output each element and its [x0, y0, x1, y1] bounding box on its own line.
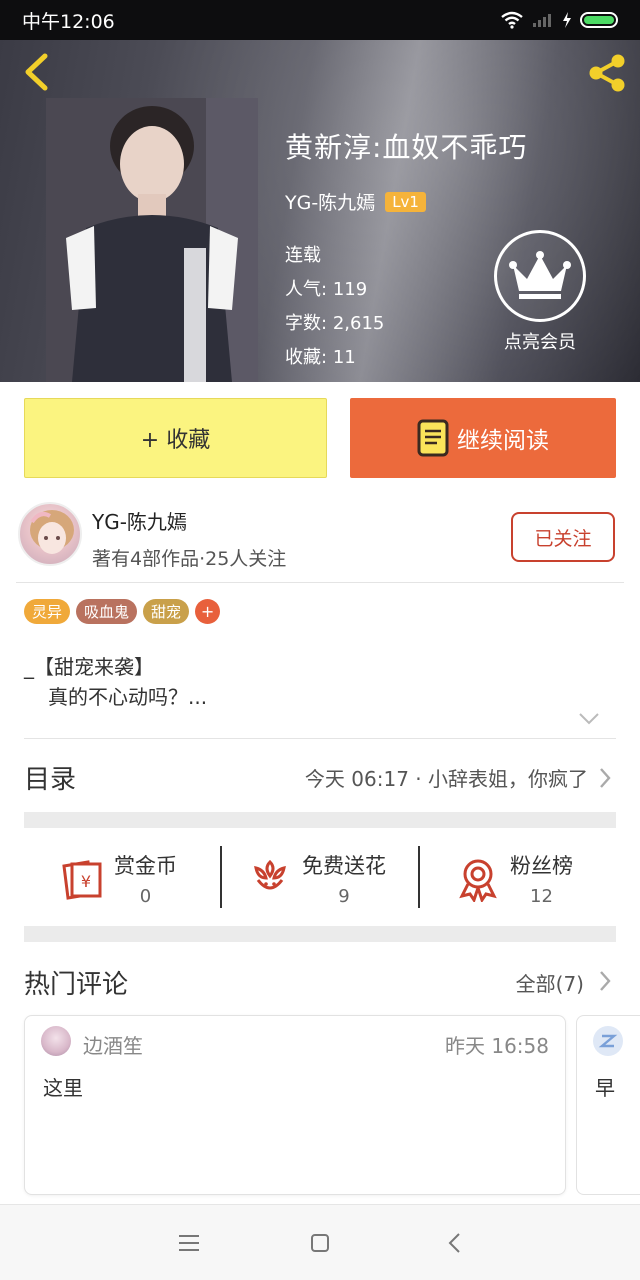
divider: [16, 582, 624, 583]
tag-lingyi[interactable]: 灵异: [24, 599, 71, 624]
wifi-icon: [501, 11, 523, 29]
collect-button[interactable]: + 收藏: [24, 398, 327, 478]
book-popularity: 人气: 119: [285, 279, 368, 300]
book-cover-image: [46, 98, 258, 382]
book-author-name[interactable]: YG-陈九嫣: [285, 188, 375, 215]
book-favorites: 收藏: 11: [285, 347, 356, 368]
vip-button[interactable]: 点亮会员: [494, 230, 586, 354]
fans-value: 12: [530, 885, 553, 907]
synopsis-line-1: _【甜宠来袭】: [24, 655, 154, 679]
charging-icon: [563, 12, 571, 28]
book-word-count: 字数: 2,615: [285, 313, 385, 334]
vip-label: 点亮会员: [504, 332, 576, 353]
toc-label: 目录: [24, 765, 77, 795]
chevron-right-icon: [600, 768, 611, 788]
fans-label: 粉丝榜: [510, 853, 573, 878]
status-bar: 中午12:06: [0, 0, 640, 40]
system-navigation-bar: [0, 1204, 640, 1280]
signal-icon: [533, 14, 551, 27]
commenter-avatar[interactable]: [41, 1026, 71, 1056]
continue-reading-label: 继续阅读: [457, 428, 549, 454]
home-icon[interactable]: [306, 1229, 334, 1257]
flower-icon: [254, 859, 286, 890]
tag-list: 灵异 吸血鬼 甜宠 +: [24, 599, 221, 624]
book-author-row: YG-陈九嫣 Lv1: [285, 188, 527, 215]
commenter-name[interactable]: 边酒笙: [83, 1030, 143, 1059]
comment-text: 早: [595, 1076, 615, 1100]
flowers-value: 9: [338, 885, 350, 907]
share-button[interactable]: [584, 50, 630, 96]
status-time: 中午12:06: [22, 10, 115, 33]
fan-ranking[interactable]: 粉丝榜 12: [454, 830, 573, 926]
menu-icon[interactable]: [175, 1229, 203, 1257]
share-icon: [589, 54, 625, 92]
stats-row: ¥ 赏金币 0 免费送花 9 粉丝榜 12: [24, 830, 616, 926]
table-of-contents-row[interactable]: 目录 今天 06:17 · 小辞表姐，你疯了: [24, 738, 616, 814]
author-card[interactable]: YG-陈九嫣 著有4部作品·25人关注 已关注: [0, 496, 640, 582]
section-divider: [24, 812, 616, 828]
svg-text:¥: ¥: [81, 872, 91, 891]
follow-button[interactable]: 已关注: [511, 512, 615, 562]
status-icons: [500, 11, 618, 29]
tag-vampire[interactable]: 吸血鬼: [76, 599, 138, 624]
all-comments-link[interactable]: 全部(7): [516, 968, 584, 997]
chevron-right-icon[interactable]: [598, 970, 612, 992]
book-status: 连载: [285, 245, 321, 266]
synopsis-line-2: 真的不心动吗？...: [48, 685, 208, 709]
chevron-down-icon[interactable]: [578, 712, 600, 726]
comment-text: 这里: [43, 1076, 83, 1100]
reward-value: 0: [139, 885, 152, 907]
red-envelope-icon: ¥: [62, 860, 102, 900]
comment-card[interactable]: 早: [576, 1015, 640, 1195]
author-avatar[interactable]: [18, 502, 82, 566]
continue-reading-button[interactable]: 继续阅读: [350, 398, 616, 478]
medal-icon: [459, 859, 497, 902]
comment-time: 昨天 16:58: [445, 1034, 549, 1058]
latest-chapter: 今天 06:17 · 小辞表姐，你疯了: [304, 767, 588, 791]
back-icon[interactable]: [441, 1229, 469, 1257]
hot-comments-title: 热门评论: [24, 970, 129, 1000]
author-stats: 著有4部作品·25人关注: [92, 548, 287, 570]
back-arrow-icon: [25, 53, 48, 91]
book-info: 黄新淳:血奴不乖巧 YG-陈九嫣 Lv1 连载 人气: 119 字数: 2,61…: [285, 126, 527, 375]
free-flowers[interactable]: 免费送花 9: [246, 830, 386, 926]
reward-coins[interactable]: ¥ 赏金币 0: [58, 830, 177, 926]
book-icon: [417, 419, 449, 457]
flowers-label: 免费送花: [302, 853, 386, 878]
crown-icon: [494, 230, 586, 322]
battery-icon: [580, 12, 618, 28]
book-header: 黄新淳:血奴不乖巧 YG-陈九嫣 Lv1 连载 人气: 119 字数: 2,61…: [0, 40, 640, 382]
book-title: 黄新淳:血奴不乖巧: [285, 131, 528, 164]
stat-separator: [418, 846, 420, 908]
reward-label: 赏金币: [114, 853, 177, 878]
synopsis: _【甜宠来袭】 真的不心动吗？...: [24, 652, 207, 712]
section-divider: [24, 926, 616, 942]
commenter-avatar[interactable]: [593, 1026, 623, 1056]
author-level-badge: Lv1: [385, 191, 426, 212]
back-button[interactable]: [16, 52, 56, 92]
tag-sweet[interactable]: 甜宠: [143, 599, 190, 624]
author-name[interactable]: YG-陈九嫣: [92, 506, 187, 535]
add-tag-button[interactable]: +: [195, 599, 221, 624]
stat-separator: [220, 846, 222, 908]
comment-card[interactable]: 边酒笙 昨天 16:58 这里: [24, 1015, 566, 1195]
